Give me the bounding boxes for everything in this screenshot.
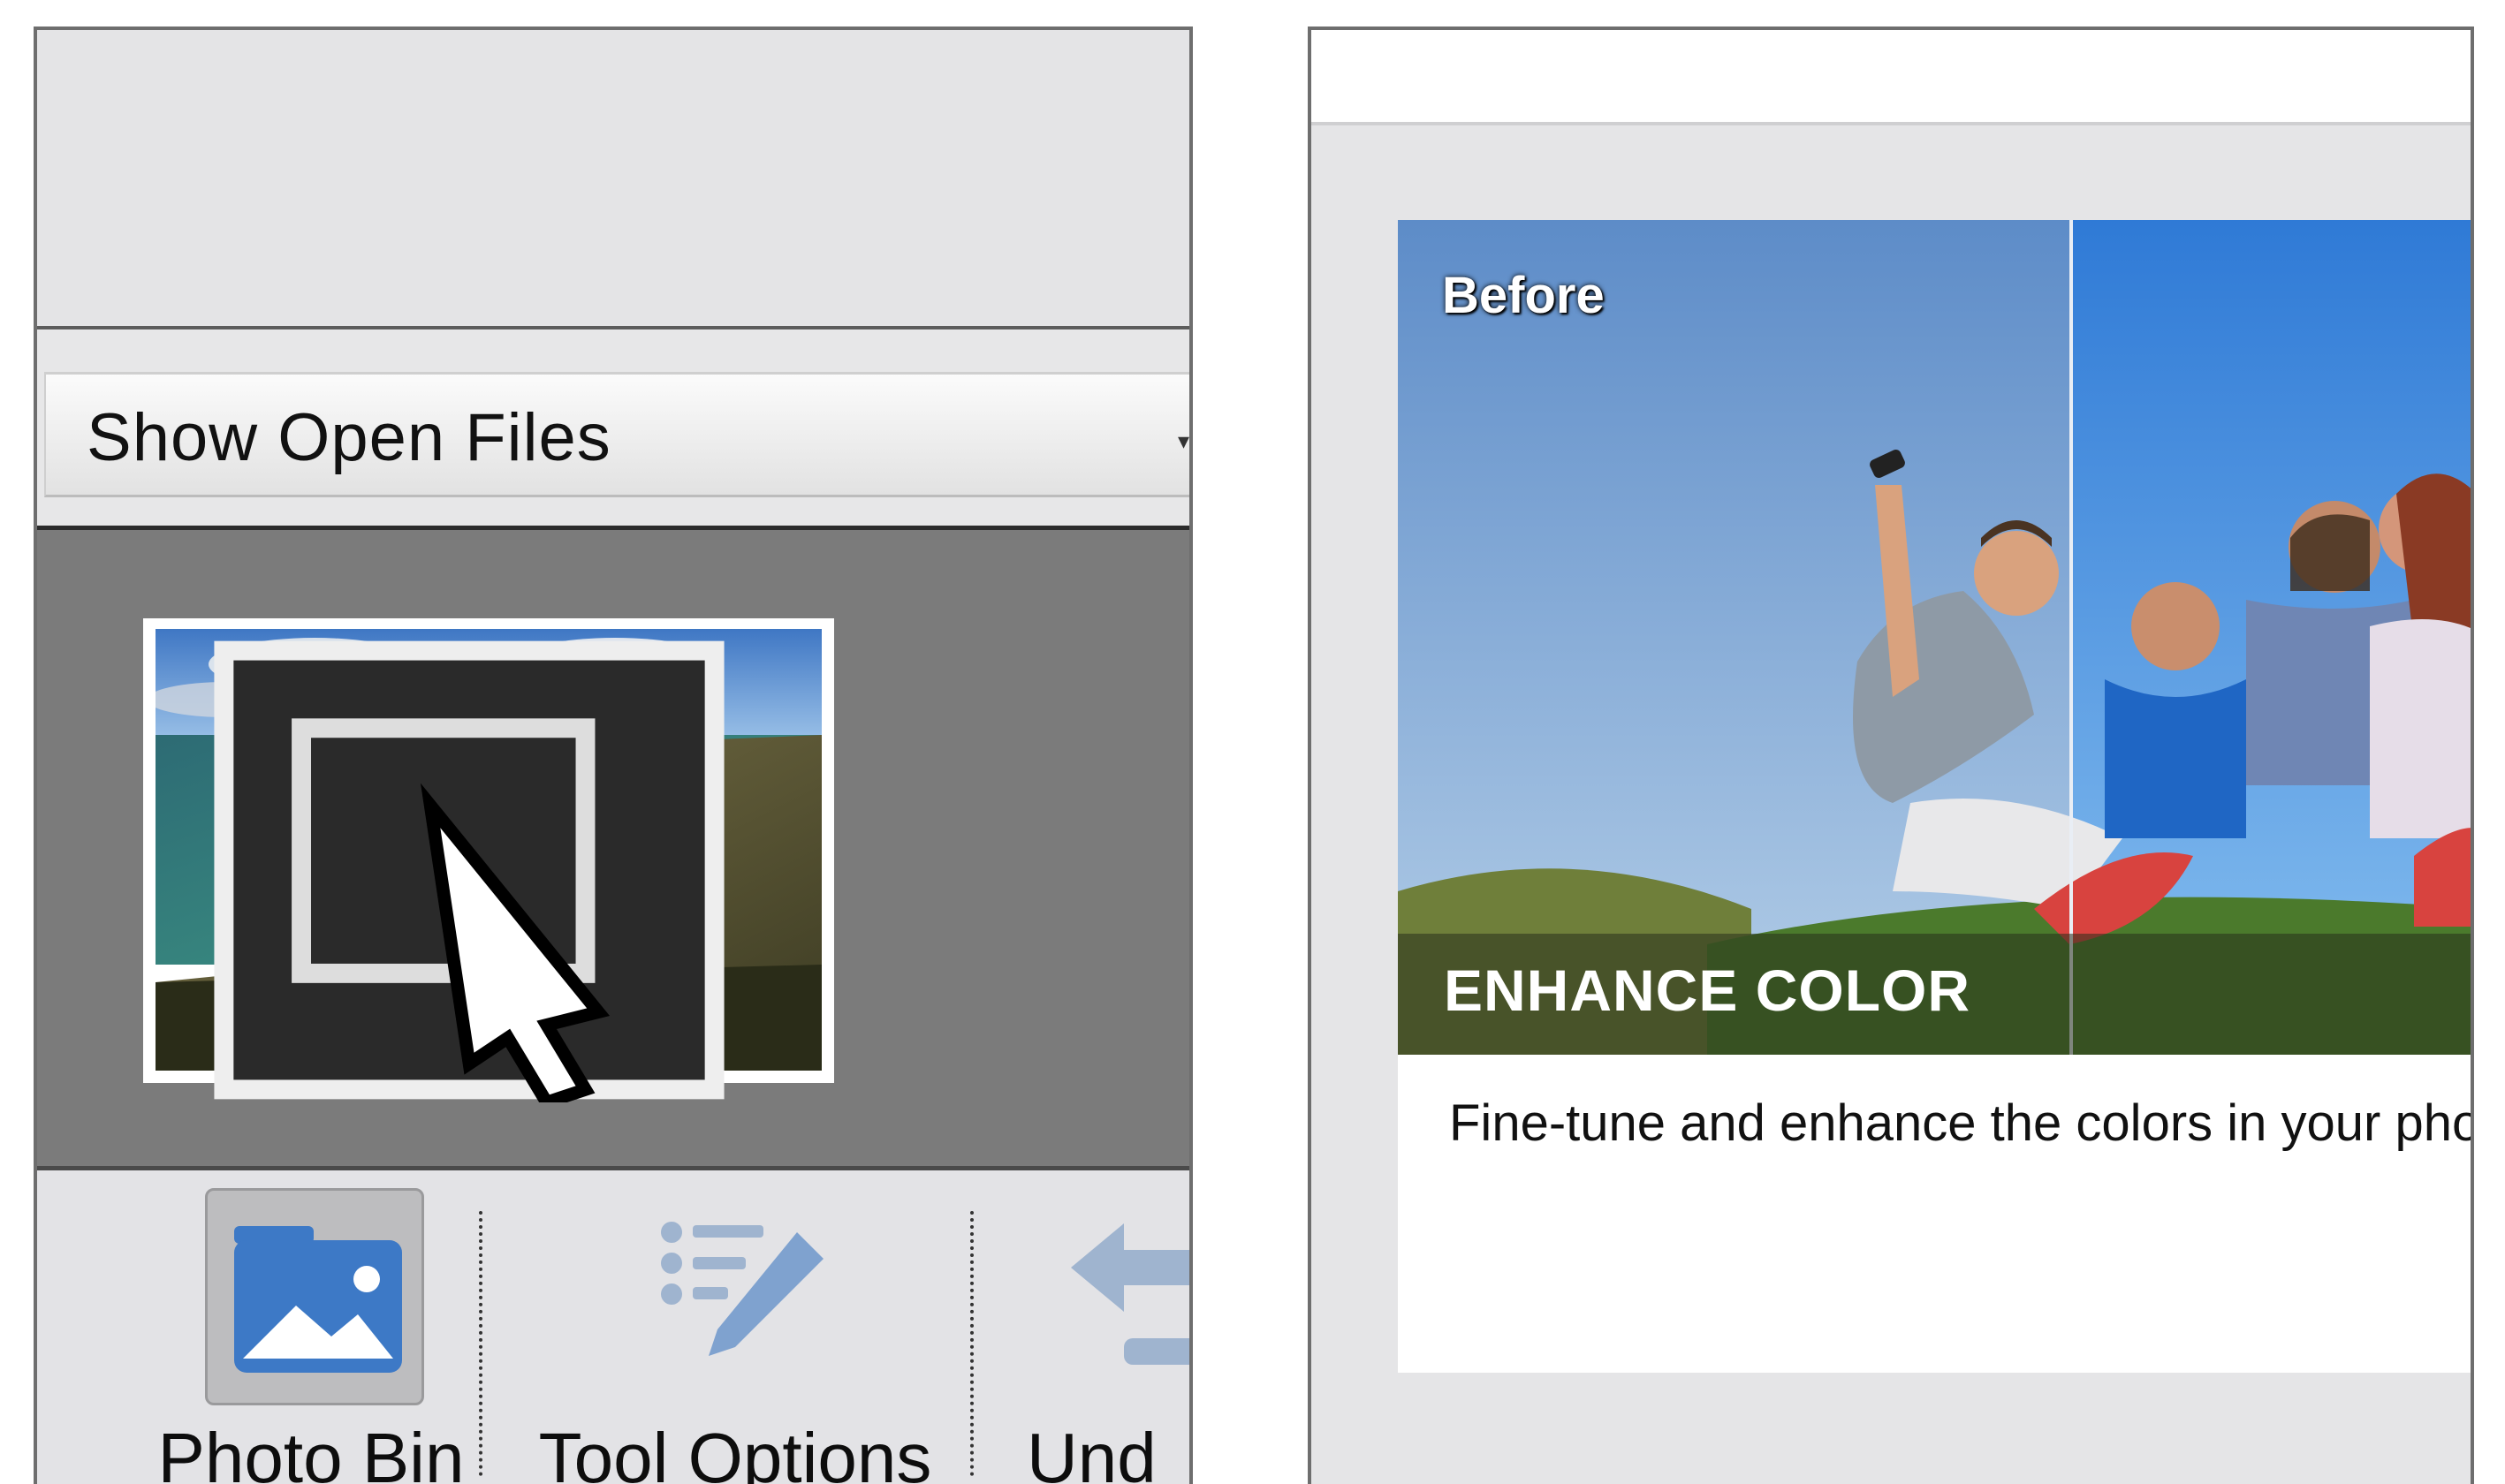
tool-options-button[interactable]: Tool Options xyxy=(497,1170,991,1484)
panel-header xyxy=(1311,30,2471,125)
taskbar-separator xyxy=(479,1211,482,1476)
before-after-photo: Before ENHANCE COLOR xyxy=(1398,220,2471,1055)
taskbar-separator xyxy=(970,1211,974,1476)
photo-bin-button[interactable]: Photo Bin xyxy=(117,1170,488,1484)
card-title-band: ENHANCE COLOR xyxy=(1398,934,2471,1055)
friends-selfie-image xyxy=(1398,220,2471,1055)
photo-bin-icon-box xyxy=(205,1188,424,1405)
dropdown-label: Show Open Files xyxy=(87,400,611,475)
card-description: Fine-tune and enhance the colors in your… xyxy=(1449,1094,2474,1152)
edit-thumbnail-icon[interactable] xyxy=(124,638,815,1102)
photo-bin-panel: Show Open Files ▾ Photo Bin Tool Options… xyxy=(34,26,1193,1484)
open-file-thumbnail[interactable] xyxy=(143,618,834,1102)
tool-options-label: Tool Options xyxy=(538,1419,932,1484)
before-label: Before xyxy=(1442,267,1605,324)
enhance-color-card[interactable]: Before ENHANCE COLOR Fine-tune and enhan… xyxy=(1398,220,2474,1373)
undo-button[interactable]: Und xyxy=(1027,1170,1189,1484)
show-open-files-dropdown[interactable]: Show Open Files ▾ xyxy=(44,372,1189,497)
dropdown-strip: Show Open Files ▾ xyxy=(37,329,1189,530)
before-after-divider[interactable] xyxy=(2069,220,2073,1055)
undo-label: Und xyxy=(1027,1419,1157,1484)
panel-header-area xyxy=(37,30,1189,329)
chevron-down-icon: ▾ xyxy=(1177,428,1189,454)
card-title: ENHANCE COLOR xyxy=(1444,958,1971,1023)
bottom-taskbar: Photo Bin Tool Options Und xyxy=(37,1170,1189,1484)
photo-bin-area xyxy=(37,530,1189,1170)
tool-options-icon xyxy=(661,1222,824,1356)
guided-edit-panel: Before ENHANCE COLOR Fine-tune and enhan… xyxy=(1308,26,2474,1484)
photo-bin-label: Photo Bin xyxy=(157,1419,465,1484)
image-folder-icon xyxy=(234,1226,402,1373)
undo-icon xyxy=(1071,1223,1189,1365)
